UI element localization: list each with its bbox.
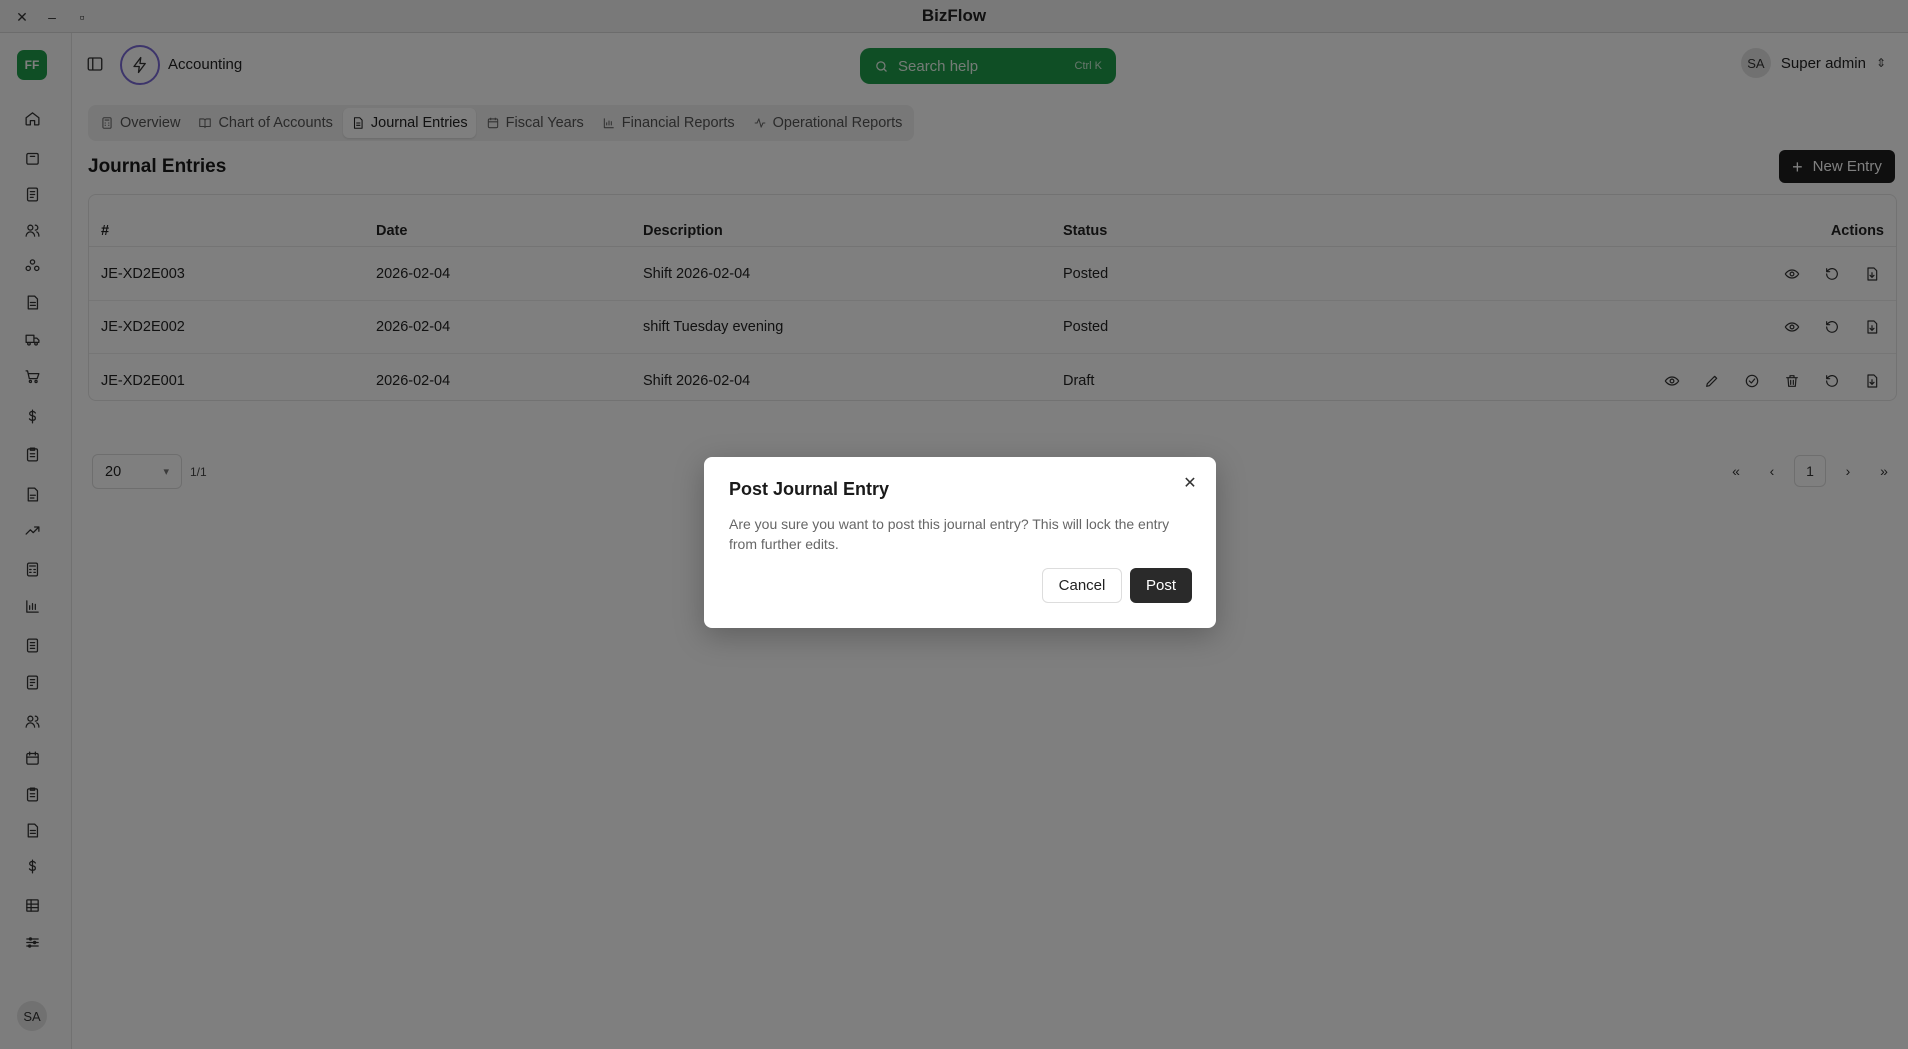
- post-journal-entry-dialog: Post Journal Entry ✕ Are you sure you wa…: [704, 457, 1216, 628]
- cancel-button[interactable]: Cancel: [1042, 568, 1122, 603]
- close-icon[interactable]: ✕: [1180, 473, 1200, 493]
- post-button[interactable]: Post: [1130, 568, 1192, 603]
- dialog-title: Post Journal Entry: [729, 479, 890, 499]
- dialog-message: Are you sure you want to post this journ…: [729, 516, 1170, 552]
